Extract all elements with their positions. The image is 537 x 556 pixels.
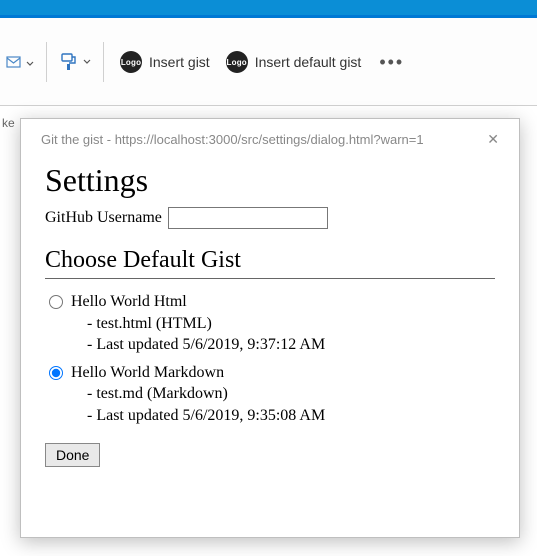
github-username-input[interactable] — [168, 207, 328, 229]
ribbon-paint-button[interactable] — [55, 50, 95, 74]
gist-radio[interactable] — [49, 366, 63, 380]
insert-gist-label: Insert gist — [149, 54, 210, 70]
ribbon-separator — [46, 42, 47, 82]
chevron-down-icon — [26, 60, 34, 68]
done-button[interactable]: Done — [45, 443, 100, 467]
more-options-button[interactable]: ••• — [369, 46, 414, 79]
gist-name: Hello World Html — [71, 291, 325, 313]
settings-dialog: Git the gist - https://localhost:3000/sr… — [20, 118, 520, 538]
close-icon: ✕ — [487, 131, 499, 147]
gist-file-line: - test.md (Markdown) — [71, 383, 325, 405]
logo-icon: Logo — [120, 51, 142, 73]
username-label: GitHub Username — [45, 209, 162, 227]
ribbon-prev-group-button[interactable] — [2, 52, 38, 72]
ellipsis-icon: ••• — [379, 52, 404, 72]
gist-list: Hello World Html - test.html (HTML) - La… — [45, 283, 495, 443]
choose-default-heading: Choose Default Gist — [45, 247, 495, 279]
gist-text: Hello World Html - test.html (HTML) - La… — [71, 291, 325, 356]
gist-radio[interactable] — [49, 295, 63, 309]
insert-default-gist-button[interactable]: Logo Insert default gist — [218, 47, 370, 77]
app-title-bar — [0, 0, 537, 15]
gist-option[interactable]: Hello World Html - test.html (HTML) - La… — [45, 291, 495, 356]
gist-text: Hello World Markdown - test.md (Markdown… — [71, 362, 325, 427]
dialog-heading: Settings — [45, 162, 495, 199]
logo-icon: Logo — [226, 51, 248, 73]
insert-default-gist-label: Insert default gist — [255, 54, 362, 70]
gist-option[interactable]: Hello World Markdown - test.md (Markdown… — [45, 362, 495, 427]
gist-file-line: - test.html (HTML) — [71, 313, 325, 335]
close-button[interactable]: ✕ — [481, 129, 505, 150]
gist-updated-line: - Last updated 5/6/2019, 9:35:08 AM — [71, 405, 325, 427]
gist-name: Hello World Markdown — [71, 362, 325, 384]
gist-updated-line: - Last updated 5/6/2019, 9:37:12 AM — [71, 334, 325, 356]
ribbon: Logo Insert gist Logo Insert default gis… — [0, 18, 537, 106]
paint-icon — [59, 52, 79, 72]
insert-gist-button[interactable]: Logo Insert gist — [112, 47, 218, 77]
chevron-down-icon — [83, 58, 91, 66]
ribbon-separator — [103, 42, 104, 82]
mail-icon — [6, 54, 22, 70]
dialog-title-bar-text: Git the gist - https://localhost:3000/sr… — [41, 132, 424, 147]
